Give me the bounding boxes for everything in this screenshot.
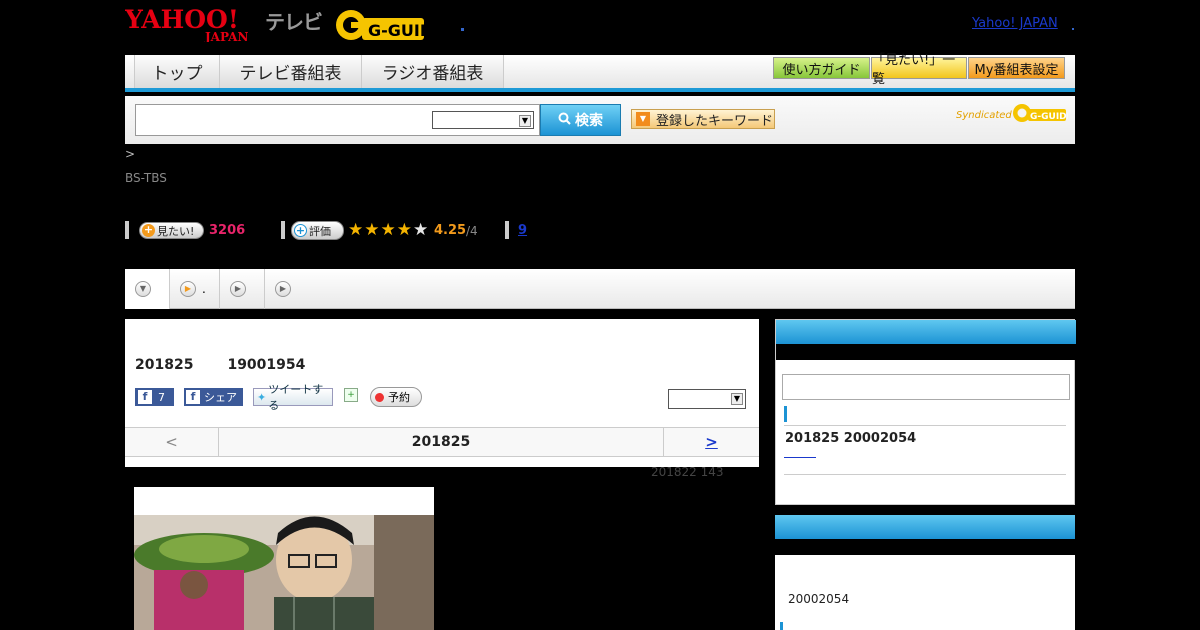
header-dot-right	[1072, 28, 1074, 30]
star-icon: ★	[413, 220, 429, 240]
divider	[125, 221, 129, 239]
yahoo-logo-line2: JAPAN	[204, 30, 248, 42]
twitter-bird-icon: ✦	[257, 390, 267, 404]
previous-day-button[interactable]: <	[125, 428, 219, 456]
facebook-icon: f	[186, 390, 200, 404]
gguide-small-logo: G-GUIDE	[1012, 102, 1073, 124]
sidebar-box-2: 20002054	[775, 515, 1075, 630]
search-icon	[558, 112, 571, 129]
sidebar-box-1-header	[776, 320, 1076, 344]
search-bar: ▼ 検索 ▼ 登録したキーワード Syndicated G-GUIDE	[125, 96, 1075, 144]
rating-stars: ★ ★ ★ ★ ★	[348, 222, 428, 239]
program-datetime: 201825 19001954	[135, 357, 339, 373]
star-icon: ★	[396, 220, 412, 240]
star-icon: ★	[364, 220, 380, 240]
subnav-item-overview[interactable]: ▼	[125, 269, 170, 309]
plus-icon: +	[142, 223, 155, 237]
search-button[interactable]: 検索	[540, 104, 621, 136]
subnav-item-4[interactable]: ▶	[265, 269, 310, 309]
reserve-label: 予約	[388, 391, 410, 404]
want-button[interactable]: + 見たい!	[139, 222, 204, 239]
rating-max: /4	[466, 224, 478, 238]
syndicated-label: Syndicated	[956, 110, 1012, 121]
calendar-add-icon[interactable]: +	[344, 388, 358, 402]
facebook-share-label: シェア	[204, 391, 237, 404]
subnav-item-2[interactable]: ▶ .	[170, 269, 220, 309]
section-marker	[784, 406, 787, 422]
search-category-select[interactable]: ▼	[432, 111, 534, 129]
chevron-down-icon: ▼	[731, 393, 743, 405]
main-nav: トップ テレビ番組表 ラジオ番組表 使い方ガイド 「見たい!」一覧 My番組表設…	[125, 53, 1075, 92]
sidebar-box-1: 201825 20002054	[775, 319, 1076, 505]
yahoo-japan-logo[interactable]: YAHOO! JAPAN	[124, 5, 262, 44]
program-date: 201825	[135, 357, 194, 373]
facebook-share-button[interactable]: f シェア	[184, 388, 243, 406]
tweet-label: ツイートする	[268, 383, 324, 412]
play-icon: ▶	[180, 281, 196, 297]
sidebar-program-link[interactable]	[784, 457, 816, 458]
chevron-down-icon: ▼	[135, 281, 151, 297]
sidebar-box-2-band	[775, 539, 1075, 555]
current-day-label: 201825	[411, 434, 471, 450]
want-button-label: 見たい!	[157, 224, 195, 238]
registered-keywords-button[interactable]: ▼ 登録したキーワード	[631, 109, 775, 129]
program-subnav: ▼ ▶ . ▶ ▶	[125, 269, 1075, 309]
divider	[784, 425, 1066, 426]
gguide-logo-text: G-GUIDE	[368, 21, 434, 40]
facebook-like-button[interactable]: f 7	[135, 388, 174, 406]
play-icon: ▶	[275, 281, 291, 297]
yahoo-japan-link[interactable]: Yahoo! JAPAN	[972, 16, 1058, 31]
star-icon: ★	[348, 220, 364, 240]
header-dot	[461, 28, 464, 31]
subnav-item-3[interactable]: ▶	[220, 269, 265, 309]
usage-guide-button[interactable]: 使い方ガイド	[773, 57, 870, 79]
breadcrumb[interactable]: >	[125, 147, 135, 161]
program-detail-panel: 201825 19001954 f 7 f シェア ✦ ツイートする + 予約 ▼…	[125, 319, 759, 467]
chevron-down-icon: ▼	[636, 112, 650, 126]
star-icon: ★	[380, 220, 396, 240]
rate-button-label: 評価	[309, 224, 331, 238]
program-photo	[134, 487, 434, 630]
tab-tv-listings[interactable]: テレビ番組表	[220, 55, 362, 88]
channel-name: BS-TBS	[125, 171, 167, 185]
last-updated: 201822 143	[651, 465, 724, 479]
tweet-button[interactable]: ✦ ツイートする	[253, 383, 333, 412]
divider	[784, 474, 1066, 475]
rating-score: 4.25	[434, 223, 467, 238]
plus-icon: +	[294, 224, 307, 237]
sidebar-box-2-header	[775, 515, 1075, 539]
gguide-small-text: G-GUIDE	[1030, 112, 1068, 122]
sidebar-box-2-time: 20002054	[788, 592, 850, 606]
tab-radio-listings[interactable]: ラジオ番組表	[362, 55, 504, 88]
facebook-icon: f	[138, 390, 152, 404]
sidebar-box-1-band	[776, 344, 1076, 360]
sidebar-next-program-datetime: 201825 20002054	[785, 431, 917, 446]
comments-count-link[interactable]: 9	[518, 223, 527, 238]
divider	[281, 221, 285, 239]
next-day-button[interactable]: >	[663, 428, 759, 456]
tv-label: テレビ	[265, 10, 323, 34]
program-photo-image	[134, 515, 434, 630]
tab-top[interactable]: トップ	[134, 55, 220, 88]
want-count: 3206	[209, 223, 246, 238]
reserve-recording-button[interactable]: 予約	[370, 387, 422, 407]
record-icon	[375, 392, 384, 402]
day-navigator: < 201825 >	[125, 427, 759, 457]
program-action-select[interactable]: ▼	[668, 389, 746, 409]
section-marker	[780, 622, 783, 630]
rate-button[interactable]: + 評価	[291, 221, 344, 240]
chevron-down-icon: ▼	[519, 115, 531, 127]
play-icon: ▶	[230, 281, 246, 297]
want-list-button[interactable]: 「見たい!」一覧	[871, 53, 967, 87]
facebook-like-count: 7	[158, 390, 165, 404]
divider	[505, 221, 509, 239]
gguide-logo[interactable]: G-GUIDE	[334, 8, 444, 42]
my-listings-settings-button[interactable]: My番組表設定	[968, 57, 1065, 79]
search-button-label: 検索	[575, 113, 603, 129]
program-time: 19001954	[227, 357, 306, 373]
registered-keywords-label: 登録したキーワード	[656, 113, 774, 129]
sidebar-input[interactable]	[782, 374, 1070, 400]
